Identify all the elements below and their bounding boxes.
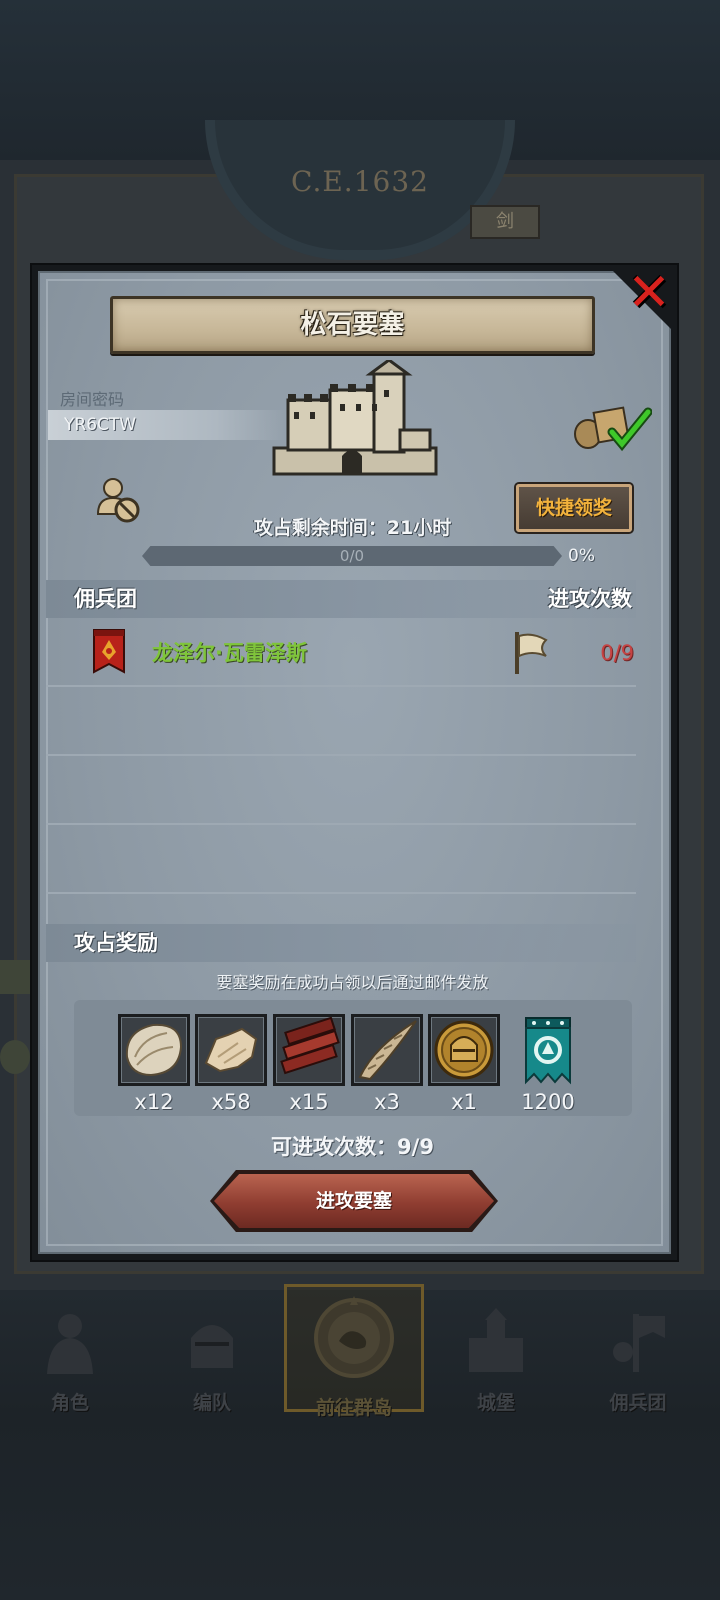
attack-remaining-label: 可进攻次数：9/9 bbox=[271, 1135, 434, 1159]
reward-item[interactable]: x3 bbox=[351, 1014, 423, 1114]
nav-label: 城堡 bbox=[476, 1392, 515, 1414]
reward-item[interactable]: x1 bbox=[428, 1014, 500, 1114]
nav-label: 前往群岛 bbox=[315, 1397, 392, 1419]
reward-slot bbox=[273, 1014, 345, 1086]
nav-label: 佣兵团 bbox=[609, 1392, 667, 1414]
nav-item-castle[interactable]: 城堡 bbox=[426, 1300, 566, 1414]
fur-pelt-icon bbox=[125, 1023, 183, 1077]
nav-item-formation[interactable]: 编队 bbox=[142, 1300, 282, 1414]
close-icon[interactable]: ✕ bbox=[624, 267, 674, 320]
castle-icon bbox=[469, 1308, 523, 1372]
reward-section-header: 攻占奖励 bbox=[46, 924, 636, 962]
supply-check-icon[interactable] bbox=[572, 404, 652, 452]
room-code-label: 房间密码 bbox=[60, 390, 125, 409]
guild-banner-icon bbox=[525, 1017, 571, 1085]
capture-time-remaining: 攻占剩余时间：21小时 bbox=[253, 517, 452, 539]
red-banner-icon bbox=[93, 629, 125, 674]
reward-item[interactable]: 1200 bbox=[512, 1014, 584, 1114]
reward-qty: x58 bbox=[211, 1090, 251, 1114]
reward-qty: x1 bbox=[451, 1090, 477, 1114]
mercenary-icon bbox=[613, 1314, 665, 1372]
capture-progress-percent: 0% bbox=[568, 546, 595, 566]
white-flag-icon bbox=[515, 632, 548, 674]
nav-item-islands[interactable]: 前往群岛 bbox=[284, 1284, 424, 1419]
sword-tab: 剑 bbox=[470, 205, 540, 239]
attack-count-header-label: 进攻次数 bbox=[548, 587, 632, 611]
mercenary-section-header: 佣兵团 进攻次数 bbox=[46, 580, 636, 618]
era-label: C.E.1632 bbox=[291, 165, 429, 198]
castle-illustration bbox=[272, 360, 438, 476]
reward-qty: x3 bbox=[374, 1090, 400, 1114]
room-code-value[interactable]: YR6CTW bbox=[48, 410, 288, 440]
reward-qty: x12 bbox=[134, 1090, 174, 1114]
compass-island-icon bbox=[314, 1296, 394, 1378]
reward-slot bbox=[512, 1014, 584, 1086]
horn-icon bbox=[358, 1020, 417, 1081]
reward-header-label: 攻占奖励 bbox=[74, 931, 158, 955]
reward-slot bbox=[428, 1014, 500, 1086]
nav-item-character[interactable]: 角色 bbox=[0, 1300, 140, 1414]
dialog-title: 松石要塞 bbox=[110, 296, 595, 354]
side-target-icon bbox=[0, 1040, 30, 1074]
empty-mercenary-row bbox=[46, 687, 636, 756]
reward-item[interactable]: x12 bbox=[118, 1014, 190, 1114]
nav-label: 角色 bbox=[50, 1392, 89, 1414]
reward-qty: x15 bbox=[289, 1090, 329, 1114]
reward-slot bbox=[195, 1014, 267, 1086]
reward-slot bbox=[118, 1014, 190, 1086]
nav-label: 编队 bbox=[192, 1392, 231, 1414]
reward-slot bbox=[351, 1014, 423, 1086]
mercenary-name: 龙泽尔·瓦雷泽斯 bbox=[152, 641, 307, 665]
mercenary-header-label: 佣兵团 bbox=[74, 587, 137, 611]
capture-progress-text: 0/0 bbox=[339, 547, 365, 565]
timber-planks-icon bbox=[280, 1016, 340, 1075]
formation-helmet-icon bbox=[191, 1325, 233, 1368]
mercenary-attack-count: 0/9 bbox=[600, 641, 634, 665]
empty-mercenary-row bbox=[46, 756, 636, 825]
nav-item-mercenary[interactable]: 佣兵团 bbox=[568, 1300, 708, 1414]
hide-leather-icon bbox=[204, 1027, 258, 1073]
reward-qty: 1200 bbox=[521, 1090, 575, 1114]
reward-note: 要塞奖励在成功占领以后通过邮件发放 bbox=[216, 973, 489, 992]
reward-item[interactable]: x15 bbox=[273, 1014, 345, 1114]
reward-item[interactable]: x58 bbox=[195, 1014, 267, 1114]
character-knight-icon bbox=[47, 1314, 93, 1374]
mercenary-list: 龙泽尔·瓦雷泽斯 0/9 bbox=[46, 618, 636, 894]
mercenary-row[interactable]: 龙泽尔·瓦雷泽斯 0/9 bbox=[46, 618, 636, 687]
knight-helmet-coin-icon bbox=[434, 1020, 494, 1080]
empty-mercenary-row bbox=[46, 825, 636, 894]
attack-fortress-button[interactable]: 进攻要塞 bbox=[214, 1174, 494, 1228]
